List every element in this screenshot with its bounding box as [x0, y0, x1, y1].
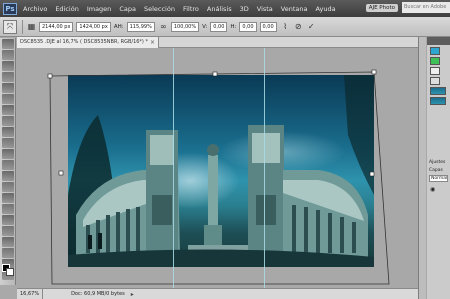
color-swatch[interactable]: [430, 67, 440, 75]
workspace-button[interactable]: AJE Photo: [365, 3, 398, 12]
menu-bar-right: AJE Photo Buscar en Adobe: [365, 2, 450, 13]
link-icon[interactable]: ∞: [159, 22, 168, 31]
lasso-icon[interactable]: [2, 61, 14, 71]
menu-3d[interactable]: 3D: [240, 5, 249, 13]
photoshop-window: Ps Archivo Edición Imagen Capa Selección…: [0, 0, 450, 299]
tab-ajustes[interactable]: Ajustes: [429, 160, 450, 165]
panel-header: [427, 37, 450, 45]
width-label: AH:: [113, 23, 124, 30]
skew-v-field[interactable]: 0,00: [259, 21, 277, 32]
brush-icon[interactable]: [2, 116, 14, 126]
menu-analisis[interactable]: Análisis: [207, 5, 232, 13]
options-bar: ⤧ ▦ 2144,00 px 1424,00 px AH: 115,99% ∞ …: [0, 17, 450, 37]
menu-filtro[interactable]: Filtro: [183, 5, 199, 13]
vertical-guide[interactable]: [173, 48, 174, 288]
eyedropper-icon[interactable]: [2, 94, 14, 104]
cancel-transform-icon[interactable]: ⊘: [294, 22, 303, 31]
warp-icon[interactable]: ⌇: [281, 22, 290, 31]
skew-label: H:: [230, 23, 237, 30]
blur-icon[interactable]: [2, 171, 14, 181]
vertical-guide[interactable]: [264, 48, 265, 288]
color-swatch[interactable]: [430, 57, 440, 65]
angle-label: V:: [202, 23, 208, 30]
angle-field[interactable]: 0,00: [210, 21, 228, 32]
skew-h-field[interactable]: 0,00: [239, 21, 257, 32]
shape-icon[interactable]: [2, 226, 14, 236]
transform-tool-icon[interactable]: ⤧: [3, 19, 17, 34]
width-field[interactable]: 115,99%: [126, 21, 155, 32]
gradient-icon[interactable]: [2, 160, 14, 170]
document-tab-bar: DSC8535 .DJE al 16,7% ( DSC8535NBR, RGB/…: [17, 37, 418, 48]
menu-archivo[interactable]: Archivo: [23, 5, 47, 13]
document-info: Doc: 60,9 MB/0 bytes: [71, 291, 125, 297]
quick-select-icon[interactable]: [2, 72, 14, 82]
zoom-level-field[interactable]: 16,67%: [17, 289, 44, 299]
menu-ventana[interactable]: Ventana: [281, 5, 308, 13]
panel-dock-strip: [418, 37, 426, 299]
right-panel-dock: Ajustes Capas Normal ◉: [427, 37, 450, 299]
height-field[interactable]: 100,00%: [170, 21, 200, 32]
panel-spacer: [427, 105, 450, 157]
menu-capa[interactable]: Capa: [119, 5, 136, 13]
healing-icon[interactable]: [2, 105, 14, 115]
document-tab[interactable]: DSC8535 .DJE al 16,7% ( DSC8535NBR, RGB/…: [17, 37, 159, 48]
menu-ayuda[interactable]: Ayuda: [316, 5, 336, 13]
close-icon[interactable]: ×: [150, 37, 155, 48]
commit-transform-icon[interactable]: ✓: [307, 22, 316, 31]
document-tab-title: DSC8535 .DJE al 16,7% ( DSC8535NBR, RGB/…: [20, 39, 148, 45]
search-input[interactable]: Buscar en Adobe: [402, 2, 450, 13]
menu-bar: Ps Archivo Edición Imagen Capa Selección…: [0, 0, 450, 17]
menu-vista[interactable]: Vista: [257, 5, 273, 13]
blend-mode-select[interactable]: Normal: [429, 175, 448, 182]
pen-icon[interactable]: [2, 193, 14, 203]
status-bar: 16,67% Doc: 60,9 MB/0 bytes ▸: [17, 288, 418, 299]
y-position-field[interactable]: 1424,00 px: [76, 21, 111, 32]
menu-edicion[interactable]: Edición: [55, 5, 79, 13]
transform-bounding-box[interactable]: [17, 48, 418, 288]
background-color-swatch[interactable]: [6, 268, 14, 276]
x-position-field[interactable]: 2144,00 px: [39, 21, 74, 32]
separator: [22, 19, 23, 34]
history-thumbnail[interactable]: [430, 97, 446, 105]
history-brush-icon[interactable]: [2, 138, 14, 148]
dodge-icon[interactable]: [2, 182, 14, 192]
clone-stamp-icon[interactable]: [2, 127, 14, 137]
eraser-icon[interactable]: [2, 149, 14, 159]
eye-icon[interactable]: ◉: [430, 186, 450, 193]
menu-imagen[interactable]: Imagen: [87, 5, 111, 13]
marquee-icon[interactable]: [2, 50, 14, 60]
3d-camera-icon[interactable]: [2, 248, 14, 258]
navigator-thumbnail[interactable]: [430, 87, 446, 95]
path-select-icon[interactable]: [2, 215, 14, 225]
tab-capas[interactable]: Capas: [429, 168, 450, 173]
crop-icon[interactable]: [2, 83, 14, 93]
3d-rotate-icon[interactable]: [2, 237, 14, 247]
tools-panel: [0, 38, 16, 285]
color-swatch[interactable]: [430, 77, 440, 85]
photoshop-logo: Ps: [3, 2, 17, 15]
canvas-area[interactable]: [17, 48, 418, 288]
reference-point-icon[interactable]: ▦: [27, 22, 36, 31]
menu-seleccion[interactable]: Selección: [144, 5, 175, 13]
status-arrow-icon[interactable]: ▸: [131, 291, 134, 298]
type-icon[interactable]: [2, 204, 14, 214]
move-icon[interactable]: [2, 39, 14, 49]
color-swatch[interactable]: [430, 47, 440, 55]
